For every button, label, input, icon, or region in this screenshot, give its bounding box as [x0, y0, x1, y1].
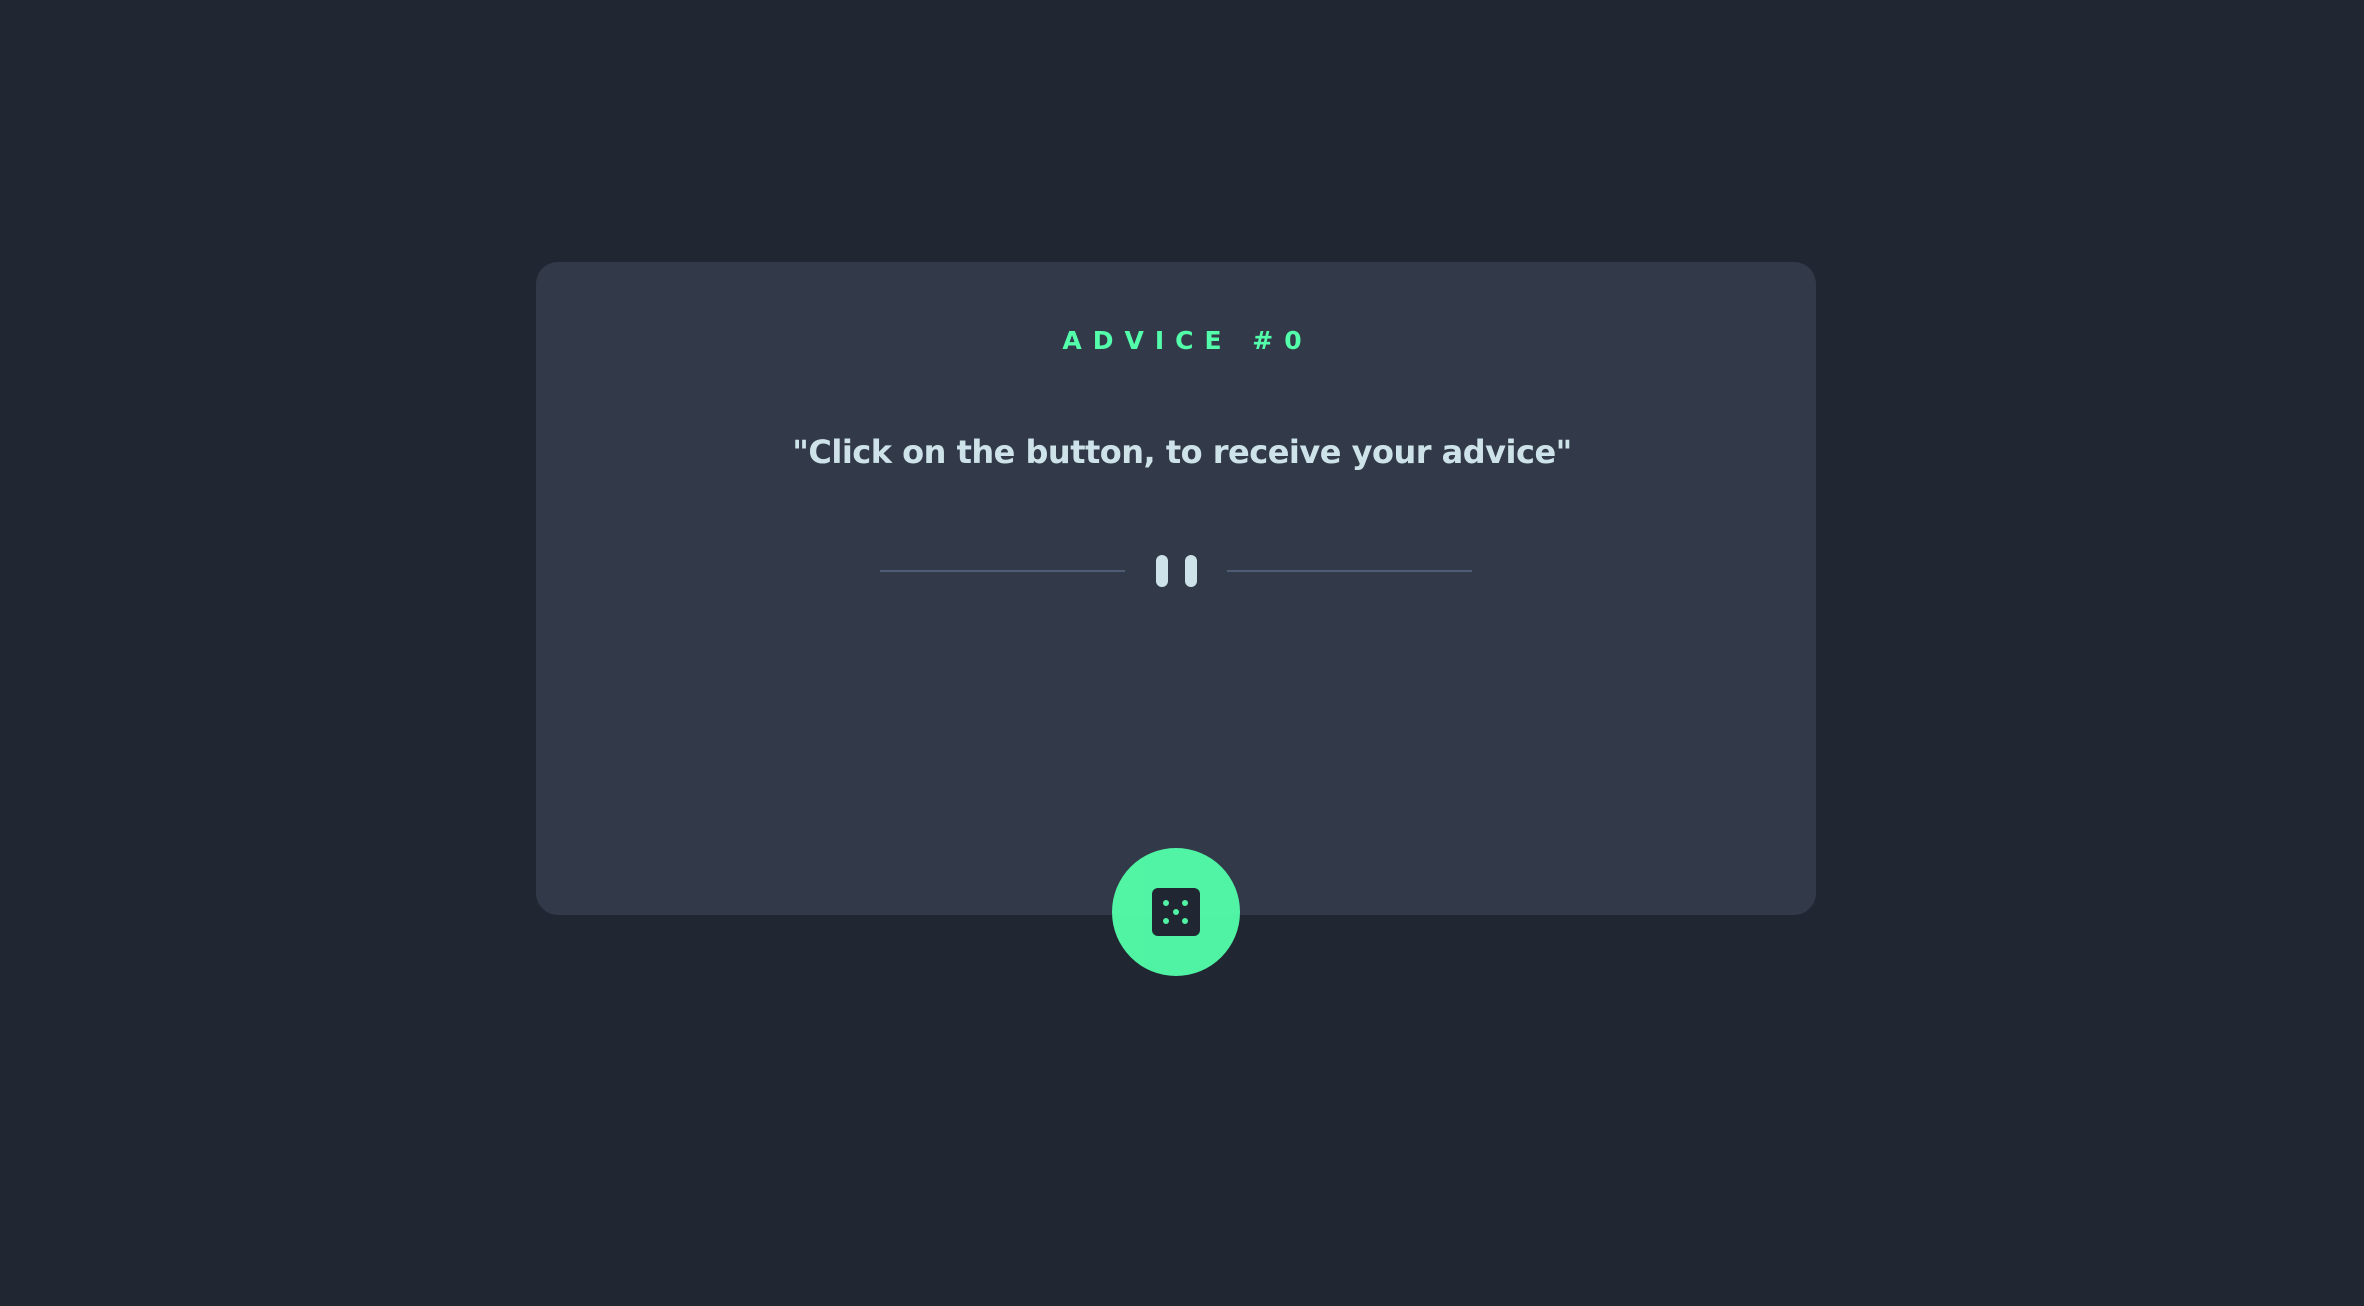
generate-advice-button[interactable] — [1112, 848, 1240, 976]
pause-divider-icon — [1156, 555, 1168, 587]
pause-divider-icon-bar — [1185, 555, 1197, 587]
advice-id-heading: ADVICE #0 — [1062, 326, 1313, 355]
divider-line-left — [880, 570, 1125, 572]
divider-line-right — [1227, 570, 1472, 572]
advice-quote: "Click on the button, to receive your ad… — [792, 433, 1572, 471]
dice-icon — [1152, 888, 1200, 936]
advice-card — [536, 262, 1816, 915]
